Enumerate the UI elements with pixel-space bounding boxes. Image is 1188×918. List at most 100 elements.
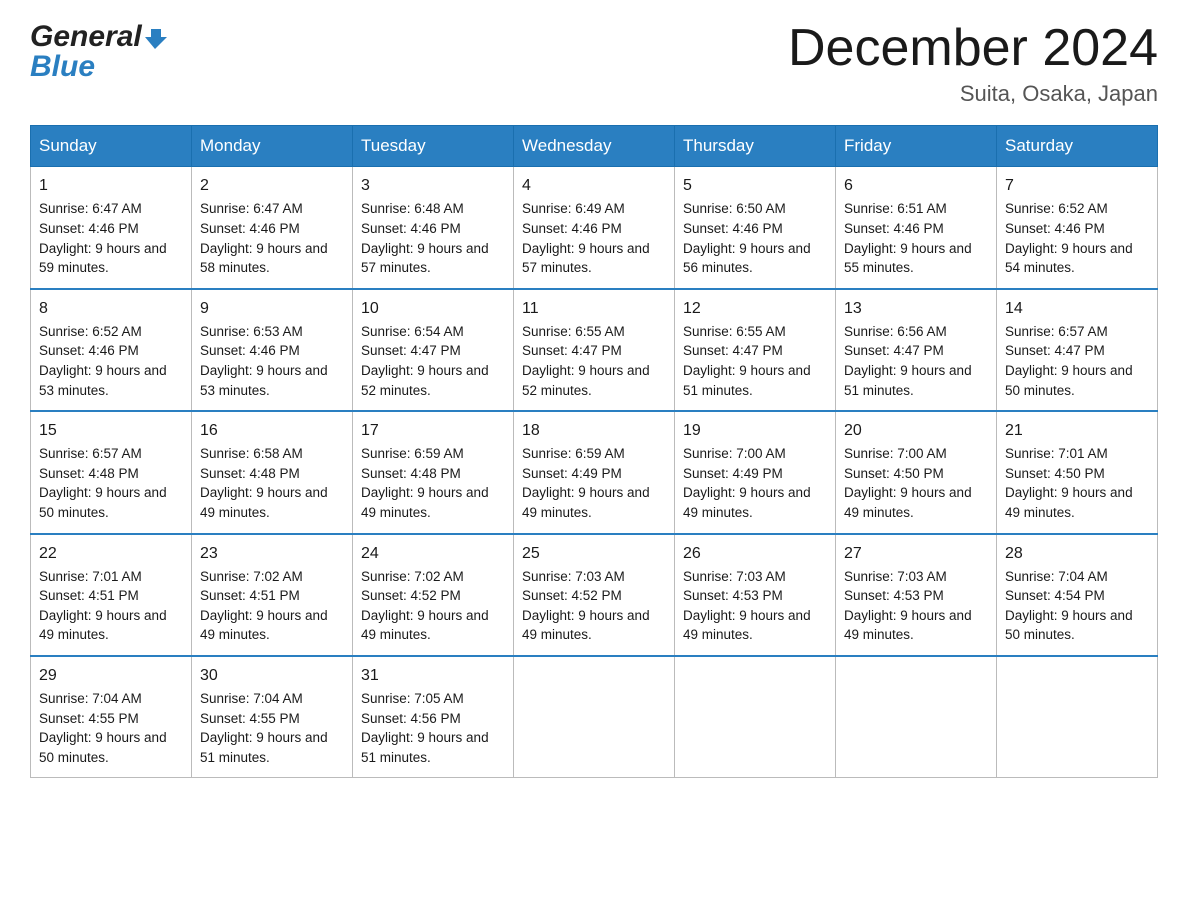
day-info: Sunrise: 6:52 AMSunset: 4:46 PMDaylight:…	[1005, 201, 1133, 275]
calendar-cell: 23 Sunrise: 7:02 AMSunset: 4:51 PMDaylig…	[192, 534, 353, 656]
day-number: 20	[844, 419, 988, 442]
calendar-cell	[514, 656, 675, 778]
day-info: Sunrise: 7:02 AMSunset: 4:51 PMDaylight:…	[200, 569, 328, 643]
day-number: 1	[39, 174, 183, 197]
day-info: Sunrise: 7:01 AMSunset: 4:51 PMDaylight:…	[39, 569, 167, 643]
col-tuesday: Tuesday	[353, 126, 514, 167]
day-info: Sunrise: 7:03 AMSunset: 4:53 PMDaylight:…	[844, 569, 972, 643]
calendar-cell: 26 Sunrise: 7:03 AMSunset: 4:53 PMDaylig…	[675, 534, 836, 656]
day-number: 3	[361, 174, 505, 197]
calendar-cell: 21 Sunrise: 7:01 AMSunset: 4:50 PMDaylig…	[997, 411, 1158, 533]
day-info: Sunrise: 7:02 AMSunset: 4:52 PMDaylight:…	[361, 569, 489, 643]
calendar-cell: 9 Sunrise: 6:53 AMSunset: 4:46 PMDayligh…	[192, 289, 353, 411]
calendar-week-1: 1 Sunrise: 6:47 AMSunset: 4:46 PMDayligh…	[31, 167, 1158, 289]
day-number: 6	[844, 174, 988, 197]
day-info: Sunrise: 6:57 AMSunset: 4:48 PMDaylight:…	[39, 446, 167, 520]
day-info: Sunrise: 6:55 AMSunset: 4:47 PMDaylight:…	[522, 324, 650, 398]
calendar-cell: 28 Sunrise: 7:04 AMSunset: 4:54 PMDaylig…	[997, 534, 1158, 656]
day-info: Sunrise: 6:55 AMSunset: 4:47 PMDaylight:…	[683, 324, 811, 398]
day-number: 31	[361, 664, 505, 687]
calendar-cell: 7 Sunrise: 6:52 AMSunset: 4:46 PMDayligh…	[997, 167, 1158, 289]
day-info: Sunrise: 7:04 AMSunset: 4:55 PMDaylight:…	[200, 691, 328, 765]
day-info: Sunrise: 7:04 AMSunset: 4:54 PMDaylight:…	[1005, 569, 1133, 643]
logo-arrow-icon	[145, 27, 167, 49]
calendar-cell: 14 Sunrise: 6:57 AMSunset: 4:47 PMDaylig…	[997, 289, 1158, 411]
day-number: 13	[844, 297, 988, 320]
col-wednesday: Wednesday	[514, 126, 675, 167]
day-number: 18	[522, 419, 666, 442]
calendar-cell: 17 Sunrise: 6:59 AMSunset: 4:48 PMDaylig…	[353, 411, 514, 533]
month-title: December 2024	[788, 20, 1158, 77]
calendar-cell: 15 Sunrise: 6:57 AMSunset: 4:48 PMDaylig…	[31, 411, 192, 533]
day-info: Sunrise: 7:00 AMSunset: 4:50 PMDaylight:…	[844, 446, 972, 520]
day-info: Sunrise: 6:53 AMSunset: 4:46 PMDaylight:…	[200, 324, 328, 398]
day-info: Sunrise: 6:52 AMSunset: 4:46 PMDaylight:…	[39, 324, 167, 398]
day-number: 25	[522, 542, 666, 565]
calendar-cell	[997, 656, 1158, 778]
calendar-cell	[836, 656, 997, 778]
day-info: Sunrise: 6:50 AMSunset: 4:46 PMDaylight:…	[683, 201, 811, 275]
day-info: Sunrise: 6:59 AMSunset: 4:48 PMDaylight:…	[361, 446, 489, 520]
calendar-cell: 25 Sunrise: 7:03 AMSunset: 4:52 PMDaylig…	[514, 534, 675, 656]
day-number: 24	[361, 542, 505, 565]
day-number: 12	[683, 297, 827, 320]
calendar-cell: 30 Sunrise: 7:04 AMSunset: 4:55 PMDaylig…	[192, 656, 353, 778]
calendar-week-2: 8 Sunrise: 6:52 AMSunset: 4:46 PMDayligh…	[31, 289, 1158, 411]
col-monday: Monday	[192, 126, 353, 167]
day-info: Sunrise: 7:01 AMSunset: 4:50 PMDaylight:…	[1005, 446, 1133, 520]
calendar-cell: 24 Sunrise: 7:02 AMSunset: 4:52 PMDaylig…	[353, 534, 514, 656]
calendar-cell: 8 Sunrise: 6:52 AMSunset: 4:46 PMDayligh…	[31, 289, 192, 411]
day-info: Sunrise: 6:59 AMSunset: 4:49 PMDaylight:…	[522, 446, 650, 520]
calendar-cell: 5 Sunrise: 6:50 AMSunset: 4:46 PMDayligh…	[675, 167, 836, 289]
day-number: 22	[39, 542, 183, 565]
day-number: 10	[361, 297, 505, 320]
calendar-cell	[675, 656, 836, 778]
day-number: 17	[361, 419, 505, 442]
day-number: 29	[39, 664, 183, 687]
title-section: December 2024 Suita, Osaka, Japan	[788, 20, 1158, 107]
calendar-cell: 27 Sunrise: 7:03 AMSunset: 4:53 PMDaylig…	[836, 534, 997, 656]
day-number: 16	[200, 419, 344, 442]
day-number: 15	[39, 419, 183, 442]
day-info: Sunrise: 6:51 AMSunset: 4:46 PMDaylight:…	[844, 201, 972, 275]
day-number: 8	[39, 297, 183, 320]
day-info: Sunrise: 6:47 AMSunset: 4:46 PMDaylight:…	[39, 201, 167, 275]
col-sunday: Sunday	[31, 126, 192, 167]
calendar-week-5: 29 Sunrise: 7:04 AMSunset: 4:55 PMDaylig…	[31, 656, 1158, 778]
day-info: Sunrise: 7:05 AMSunset: 4:56 PMDaylight:…	[361, 691, 489, 765]
calendar-cell: 16 Sunrise: 6:58 AMSunset: 4:48 PMDaylig…	[192, 411, 353, 533]
logo-general-text: General	[30, 20, 142, 54]
day-number: 19	[683, 419, 827, 442]
calendar-cell: 20 Sunrise: 7:00 AMSunset: 4:50 PMDaylig…	[836, 411, 997, 533]
calendar-cell: 13 Sunrise: 6:56 AMSunset: 4:47 PMDaylig…	[836, 289, 997, 411]
calendar-cell: 6 Sunrise: 6:51 AMSunset: 4:46 PMDayligh…	[836, 167, 997, 289]
day-number: 11	[522, 297, 666, 320]
day-number: 14	[1005, 297, 1149, 320]
calendar-cell: 10 Sunrise: 6:54 AMSunset: 4:47 PMDaylig…	[353, 289, 514, 411]
calendar-cell: 4 Sunrise: 6:49 AMSunset: 4:46 PMDayligh…	[514, 167, 675, 289]
calendar-cell: 2 Sunrise: 6:47 AMSunset: 4:46 PMDayligh…	[192, 167, 353, 289]
location-text: Suita, Osaka, Japan	[788, 81, 1158, 107]
calendar-cell: 1 Sunrise: 6:47 AMSunset: 4:46 PMDayligh…	[31, 167, 192, 289]
day-info: Sunrise: 6:49 AMSunset: 4:46 PMDaylight:…	[522, 201, 650, 275]
day-number: 30	[200, 664, 344, 687]
col-thursday: Thursday	[675, 126, 836, 167]
day-info: Sunrise: 6:57 AMSunset: 4:47 PMDaylight:…	[1005, 324, 1133, 398]
day-info: Sunrise: 6:58 AMSunset: 4:48 PMDaylight:…	[200, 446, 328, 520]
calendar-cell: 31 Sunrise: 7:05 AMSunset: 4:56 PMDaylig…	[353, 656, 514, 778]
day-number: 5	[683, 174, 827, 197]
calendar-week-4: 22 Sunrise: 7:01 AMSunset: 4:51 PMDaylig…	[31, 534, 1158, 656]
day-info: Sunrise: 7:03 AMSunset: 4:52 PMDaylight:…	[522, 569, 650, 643]
calendar-table: Sunday Monday Tuesday Wednesday Thursday…	[30, 125, 1158, 778]
day-number: 9	[200, 297, 344, 320]
day-number: 2	[200, 174, 344, 197]
col-saturday: Saturday	[997, 126, 1158, 167]
page-header: General Blue December 2024 Suita, Osaka,…	[30, 20, 1158, 107]
day-info: Sunrise: 6:56 AMSunset: 4:47 PMDaylight:…	[844, 324, 972, 398]
day-info: Sunrise: 7:00 AMSunset: 4:49 PMDaylight:…	[683, 446, 811, 520]
day-number: 27	[844, 542, 988, 565]
calendar-cell: 11 Sunrise: 6:55 AMSunset: 4:47 PMDaylig…	[514, 289, 675, 411]
calendar-cell: 29 Sunrise: 7:04 AMSunset: 4:55 PMDaylig…	[31, 656, 192, 778]
day-number: 26	[683, 542, 827, 565]
day-info: Sunrise: 6:47 AMSunset: 4:46 PMDaylight:…	[200, 201, 328, 275]
